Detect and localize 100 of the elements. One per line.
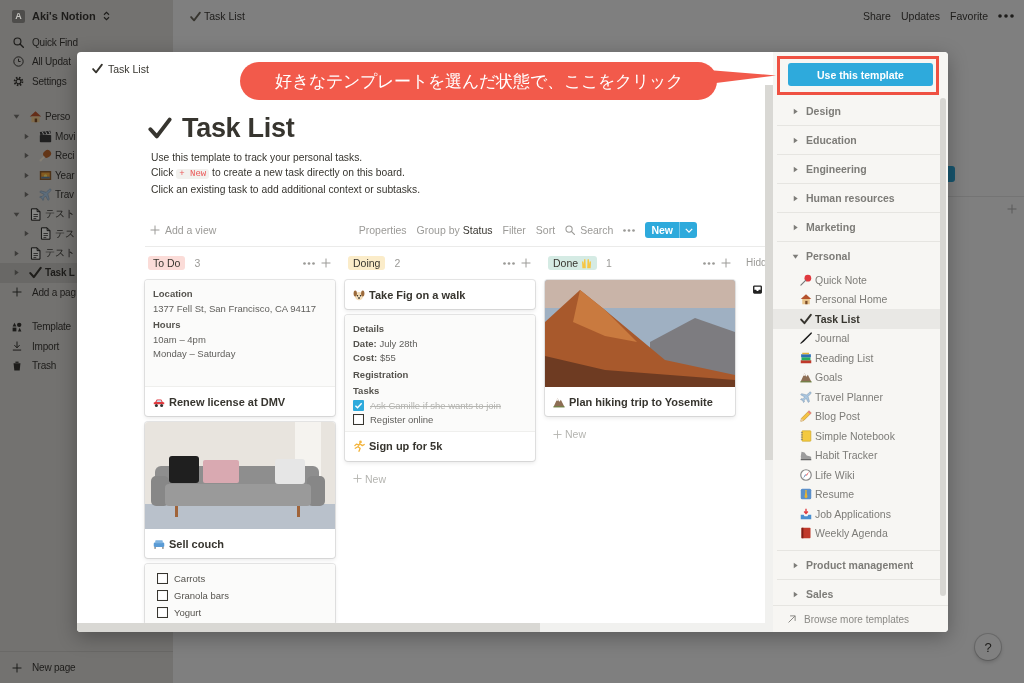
properties-button[interactable]: Properties: [358, 220, 407, 240]
scrollbar-thumb[interactable]: [765, 85, 773, 460]
category-item[interactable]: Design: [773, 97, 940, 125]
more-icon[interactable]: [998, 14, 1014, 18]
help-button[interactable]: ?: [975, 634, 1001, 660]
sidebar-item[interactable]: Import: [0, 336, 77, 356]
sidebar-item[interactable]: All Updat: [0, 52, 77, 72]
task-card[interactable]: Sell couch: [145, 422, 335, 558]
sidebar-item[interactable]: Reci: [0, 146, 77, 166]
new-menu-button[interactable]: [679, 222, 697, 238]
sidebar-item[interactable]: テスト: [0, 243, 77, 263]
add-page-button[interactable]: Add a pag: [0, 282, 77, 302]
caret-down-icon[interactable]: [13, 113, 20, 121]
sidebar-item[interactable]: Year: [0, 165, 77, 185]
gallery-item[interactable]: Weekly Agenda: [773, 523, 940, 543]
checkbox[interactable]: [353, 400, 364, 411]
category-item[interactable]: Education: [773, 126, 940, 154]
gallery-item[interactable]: Goals: [773, 367, 940, 387]
caret-right-icon[interactable]: [23, 191, 30, 199]
caret-right-icon[interactable]: [13, 249, 20, 257]
gallery-item[interactable]: Life Wiki: [773, 465, 940, 485]
property-text: Date: July 28th: [353, 336, 419, 351]
plus-icon[interactable]: [1007, 203, 1017, 214]
checklist-text: Carrots: [174, 573, 206, 584]
use-template-button[interactable]: Use this template: [788, 63, 933, 86]
sidebar-item[interactable]: Template: [0, 317, 77, 337]
gallery-item[interactable]: Quick Note: [773, 270, 940, 290]
plus-icon[interactable]: [321, 258, 331, 268]
task-card[interactable]: Carrots Granola bars Yogurt: [145, 564, 335, 623]
task-card[interactable]: Take Fig on a walk: [345, 280, 535, 309]
sidebar-item[interactable]: テスト: [0, 204, 77, 224]
group-by-button[interactable]: Group by Status: [416, 220, 493, 240]
new-page-button[interactable]: New page: [0, 651, 173, 683]
category-item[interactable]: Product management: [773, 551, 940, 579]
gallery-item[interactable]: Resume: [773, 484, 940, 504]
new-button[interactable]: New: [645, 222, 679, 238]
gallery-item[interactable]: Task List: [773, 309, 940, 329]
gallery-item[interactable]: Simple Notebook: [773, 426, 940, 446]
caret-right-icon[interactable]: [23, 171, 30, 179]
topbar-button[interactable]: Updates: [900, 10, 941, 22]
checkbox[interactable]: [157, 607, 168, 618]
more-icon[interactable]: [703, 261, 715, 265]
sidebar-item[interactable]: Task L: [0, 263, 77, 283]
topbar-button[interactable]: Favorite: [950, 10, 988, 22]
sidebar-item[interactable]: Quick Find: [0, 32, 77, 52]
plus-icon[interactable]: [721, 258, 731, 268]
checkbox[interactable]: [353, 414, 364, 425]
gallery-item[interactable]: Travel Planner: [773, 387, 940, 407]
gallery-item[interactable]: Blog Post: [773, 406, 940, 426]
search-button[interactable]: Search: [565, 220, 614, 240]
inbox-tray-icon: [800, 507, 812, 520]
category-item[interactable]: Marketing: [773, 213, 940, 241]
category-item[interactable]: Personal: [773, 242, 940, 270]
gallery-item[interactable]: Habit Tracker: [773, 445, 940, 465]
scrollbar-thumb[interactable]: [940, 98, 946, 596]
gallery-item[interactable]: Job Applications: [773, 504, 940, 524]
card-title: Plan hiking trip to Yosemite: [569, 395, 713, 408]
browse-link[interactable]: Browse more templates: [773, 605, 948, 632]
more-icon[interactable]: [503, 261, 515, 265]
topbar-button[interactable]: Share: [862, 10, 891, 22]
card-title: Take Fig on a walk: [369, 288, 466, 301]
sidebar-item[interactable]: Trash: [0, 356, 77, 376]
compass-icon: [800, 468, 812, 481]
add-card-button[interactable]: New: [345, 468, 535, 489]
more-icon[interactable]: [623, 228, 636, 232]
category-item[interactable]: Engineering: [773, 155, 940, 183]
sidebar-item[interactable]: Perso: [0, 107, 77, 127]
task-card[interactable]: Location 1377 Fell St, San Francisco, CA 94117 Hours 10am – 4pm Monday – Saturday Renew license at DMV: [145, 280, 335, 416]
add-view-button[interactable]: Add a view: [150, 220, 217, 240]
page-breadcrumb[interactable]: Task List: [108, 62, 149, 75]
sort-button[interactable]: Sort: [535, 220, 556, 240]
caret-right-icon[interactable]: [13, 269, 20, 277]
task-card[interactable]: Plan hiking trip to Yosemite: [545, 280, 735, 416]
category-item[interactable]: Human resources: [773, 184, 940, 212]
scrollbar-thumb[interactable]: [77, 623, 540, 632]
gallery-item[interactable]: Personal Home: [773, 289, 940, 309]
caret-right-icon[interactable]: [23, 132, 30, 140]
plus-icon[interactable]: [521, 258, 531, 268]
caret-right-icon[interactable]: [23, 152, 30, 160]
filter-button[interactable]: Filter: [502, 220, 526, 240]
category-item[interactable]: Sales: [773, 580, 940, 605]
card-count: 3: [194, 257, 201, 269]
gallery-item[interactable]: Reading List: [773, 348, 940, 368]
caret-right-icon[interactable]: [23, 230, 30, 238]
checkbox[interactable]: [157, 573, 168, 584]
chevron-updown-icon[interactable]: [102, 11, 110, 21]
drumstick-icon: [39, 149, 52, 163]
sidebar-item[interactable]: Settings: [0, 71, 77, 91]
sidebar-item[interactable]: Trav: [0, 185, 77, 205]
add-card-button[interactable]: New: [545, 424, 735, 444]
shoe-icon: [800, 449, 812, 462]
sidebar-item[interactable]: Movi: [0, 126, 77, 146]
task-card[interactable]: Details Date: July 28th Cost: $55 Registration Tasks Ask Camille if she wants to join Register online Sign up for 5k: [345, 315, 535, 461]
sidebar-item[interactable]: テス: [0, 224, 77, 244]
page-icon: [29, 207, 42, 221]
more-icon[interactable]: [303, 261, 315, 265]
workspace-name[interactable]: Aki's Notion: [32, 10, 96, 22]
gallery-item[interactable]: Journal: [773, 328, 940, 348]
caret-down-icon[interactable]: [13, 210, 20, 218]
checkbox[interactable]: [157, 590, 168, 601]
